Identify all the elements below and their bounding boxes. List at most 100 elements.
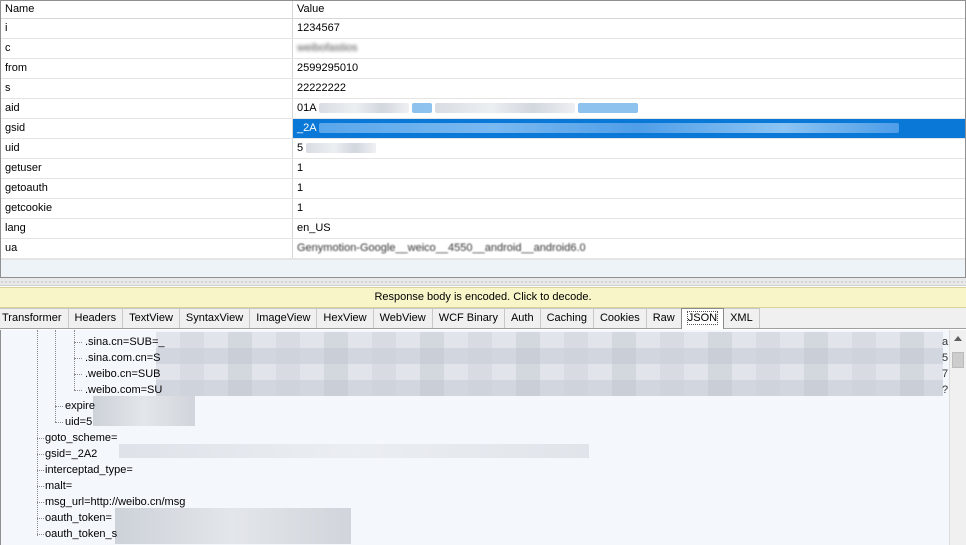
redaction-blur xyxy=(412,103,433,114)
tab-headers[interactable]: Headers xyxy=(67,308,124,328)
param-value: Genymotion-Google__weico__4550__android_… xyxy=(297,242,586,254)
grid-row-i[interactable]: i 1234567 xyxy=(1,19,965,39)
triangle-up-icon[interactable] xyxy=(950,330,966,347)
tab-caching[interactable]: Caching xyxy=(539,308,594,328)
tree-connector xyxy=(37,534,44,535)
param-value-redacted: Genymotion-Google__weico__4550__android_… xyxy=(293,239,965,258)
param-value-redacted: 01A xyxy=(293,99,965,118)
param-name: lang xyxy=(1,219,293,238)
param-name: s xyxy=(1,79,293,98)
tree-connector xyxy=(55,406,63,407)
param-value: 22222222 xyxy=(297,82,346,94)
tree-connector xyxy=(74,342,82,343)
tree-connector xyxy=(37,470,44,471)
tree-node-weibo-cn[interactable]: .weibo.cn=SUB xyxy=(85,366,161,382)
redaction-mosaic xyxy=(119,444,589,458)
json-tree-view[interactable]: .sina.cn=SUB=_ .sina.com.cn=S .weibo.cn=… xyxy=(0,330,949,545)
param-value: en_US xyxy=(297,222,331,234)
splitter-grip xyxy=(0,281,966,283)
grid-row-getoauth[interactable]: getoauth 1 xyxy=(1,179,965,199)
tab-transformer[interactable]: Transformer xyxy=(0,308,69,328)
tab-json[interactable]: JSON xyxy=(680,308,725,329)
tab-label: Transformer xyxy=(2,312,62,324)
tab-hexview[interactable]: HexView xyxy=(316,308,374,328)
redaction-mosaic xyxy=(115,508,351,544)
column-header-name[interactable]: Name xyxy=(1,1,293,19)
params-grid: Name Value i 1234567 c weibofastios from… xyxy=(0,0,966,278)
tree-node-sina-cn[interactable]: .sina.cn=SUB=_ xyxy=(85,334,165,350)
tab-auth[interactable]: Auth xyxy=(503,308,541,328)
tree-vertical-scrollbar[interactable] xyxy=(949,330,966,545)
column-header-value[interactable]: Value xyxy=(293,1,965,19)
param-name: uid xyxy=(1,139,293,158)
tab-label: WCF Binary xyxy=(438,312,498,324)
tab-label: WebView xyxy=(379,312,426,324)
tab-label: HexView xyxy=(323,312,367,324)
tab-syntaxview[interactable]: SyntaxView xyxy=(178,308,251,328)
grid-row-lang[interactable]: lang en_US xyxy=(1,219,965,239)
grid-empty-row xyxy=(1,259,965,277)
tree-node-weibo-com[interactable]: .weibo.com=SU xyxy=(85,382,162,398)
tab-raw[interactable]: Raw xyxy=(645,308,682,328)
param-name: getcookie xyxy=(1,199,293,218)
grid-row-gsid[interactable]: gsid _2A xyxy=(1,119,965,139)
tree-node-oauth-token[interactable]: oauth_token= xyxy=(45,510,112,526)
grid-row-ua[interactable]: ua Genymotion-Google__weico__4550__andro… xyxy=(1,239,965,259)
tree-connector xyxy=(74,330,75,390)
tree-connector xyxy=(37,330,38,536)
tree-node-malt[interactable]: malt= xyxy=(45,478,72,494)
tree-connector xyxy=(74,374,82,375)
param-value: weibofastios xyxy=(297,42,358,54)
tab-label: JSON xyxy=(686,311,719,325)
tab-webview[interactable]: WebView xyxy=(372,308,433,328)
param-value: _2A xyxy=(297,122,316,134)
tree-node-gsid[interactable]: gsid=_2A2 xyxy=(45,446,97,462)
tree-connector xyxy=(37,454,44,455)
redaction-blur xyxy=(319,103,410,114)
tree-node-oauth-token-secret[interactable]: oauth_token_s xyxy=(45,526,117,542)
param-name: aid xyxy=(1,99,293,118)
tree-connector xyxy=(55,422,63,423)
param-name: c xyxy=(1,39,293,58)
tab-cookies[interactable]: Cookies xyxy=(592,308,647,328)
grid-row-getuser[interactable]: getuser 1 xyxy=(1,159,965,179)
tab-label: XML xyxy=(730,312,753,324)
param-value: 1 xyxy=(297,182,304,194)
tree-node-goto-scheme[interactable]: goto_scheme= xyxy=(45,430,117,446)
grid-row-c[interactable]: c weibofastios xyxy=(1,39,965,59)
truncated-text: a xyxy=(942,336,949,348)
param-value: 2599295010 xyxy=(297,62,359,74)
grid-row-getcookie[interactable]: getcookie 1 xyxy=(1,199,965,219)
tab-wcf-binary[interactable]: WCF Binary xyxy=(431,308,505,328)
tree-node-interceptad-type[interactable]: interceptad_type= xyxy=(45,462,133,478)
tab-xml[interactable]: XML xyxy=(723,308,760,328)
grid-row-s[interactable]: s 22222222 xyxy=(1,79,965,99)
tab-imageview[interactable]: ImageView xyxy=(249,308,318,328)
param-name: getuser xyxy=(1,159,293,178)
tree-node-uid[interactable]: uid=5 xyxy=(65,414,92,430)
grid-row-uid[interactable]: uid 5 xyxy=(1,139,965,159)
param-name: getoauth xyxy=(1,179,293,198)
truncated-text: ? xyxy=(942,384,949,396)
param-value: 01A xyxy=(297,102,316,114)
param-value: 1 xyxy=(297,202,304,214)
pane-splitter[interactable] xyxy=(0,278,966,286)
tree-connector xyxy=(74,358,82,359)
truncated-text: 5 xyxy=(942,352,949,364)
grid-row-aid[interactable]: aid 01A xyxy=(1,99,965,119)
tab-label: Cookies xyxy=(599,312,640,324)
scrollbar-thumb[interactable] xyxy=(952,352,964,368)
tree-connector xyxy=(37,518,44,519)
redaction-blur xyxy=(578,103,639,114)
tree-node-sina-com-cn[interactable]: .sina.com.cn=S xyxy=(85,350,161,366)
decode-notice-bar[interactable]: Response body is encoded. Click to decod… xyxy=(0,287,966,308)
param-value-redacted: weibofastios xyxy=(293,39,965,58)
tree-node-expire[interactable]: expire xyxy=(65,398,95,414)
tree-connector xyxy=(37,486,44,487)
tree-node-msg-url[interactable]: msg_url=http://weibo.cn/msg xyxy=(45,494,185,510)
tab-textview[interactable]: TextView xyxy=(122,308,180,328)
param-name: from xyxy=(1,59,293,78)
grid-row-from[interactable]: from 2599295010 xyxy=(1,59,965,79)
tree-connector xyxy=(74,390,82,391)
tab-label: ImageView xyxy=(256,312,311,324)
